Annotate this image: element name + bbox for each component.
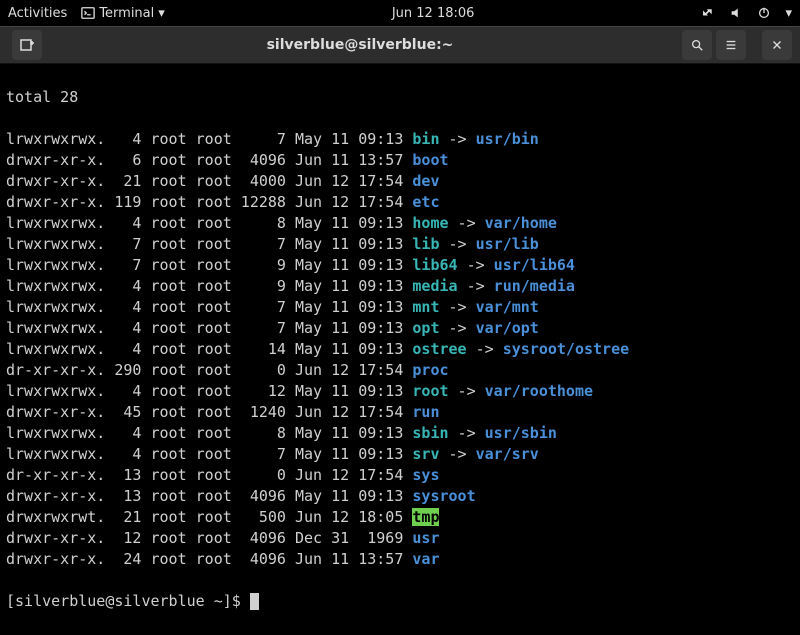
- cursor: [250, 593, 259, 610]
- activities-button[interactable]: Activities: [8, 6, 67, 21]
- power-icon[interactable]: [757, 6, 771, 20]
- search-button[interactable]: [682, 30, 712, 60]
- listing-row: drwxr-xr-x. 24 root root 4096 Jun 11 13:…: [6, 549, 794, 570]
- listing-row: lrwxrwxrwx. 4 root root 9 May 11 09:13 m…: [6, 276, 794, 297]
- symlink-arrow: ->: [439, 445, 475, 463]
- appmenu-terminal[interactable]: Terminal ▾: [81, 6, 164, 21]
- appmenu-label: Terminal: [99, 6, 154, 21]
- symlink-arrow: ->: [439, 298, 475, 316]
- file-name: var: [412, 550, 439, 568]
- file-name: bin: [412, 130, 439, 148]
- file-name: proc: [412, 361, 448, 379]
- symlink-arrow: ->: [449, 424, 485, 442]
- file-name: sbin: [412, 424, 448, 442]
- symlink-arrow: ->: [449, 382, 485, 400]
- file-name: tmp: [412, 508, 439, 526]
- symlink-target: usr/bin: [476, 130, 539, 148]
- terminal-titlebar: silverblue@silverblue:~: [0, 26, 800, 64]
- terminal-output[interactable]: total 28 lrwxrwxrwx. 4 root root 7 May 1…: [0, 64, 800, 635]
- file-name: mnt: [412, 298, 439, 316]
- listing-row: lrwxrwxrwx. 7 root root 9 May 11 09:13 l…: [6, 255, 794, 276]
- listing-row: lrwxrwxrwx. 7 root root 7 May 11 09:13 l…: [6, 234, 794, 255]
- file-name: ostree: [412, 340, 466, 358]
- symlink-arrow: ->: [439, 235, 475, 253]
- listing-row: drwxr-xr-x. 12 root root 4096 Dec 31 196…: [6, 528, 794, 549]
- listing-row: lrwxrwxrwx. 4 root root 8 May 11 09:13 s…: [6, 423, 794, 444]
- file-name: etc: [412, 193, 439, 211]
- file-name: srv: [412, 445, 439, 463]
- listing-row: lrwxrwxrwx. 4 root root 12 May 11 09:13 …: [6, 381, 794, 402]
- search-icon: [690, 38, 704, 52]
- menu-button[interactable]: [716, 30, 746, 60]
- file-name: boot: [412, 151, 448, 169]
- file-name: dev: [412, 172, 439, 190]
- volume-icon[interactable]: [729, 6, 743, 20]
- symlink-arrow: ->: [458, 256, 494, 274]
- prompt-line: [silverblue@silverblue ~]$: [6, 591, 794, 612]
- symlink-arrow: ->: [439, 130, 475, 148]
- symlink-target: usr/lib64: [494, 256, 575, 274]
- window-title: silverblue@silverblue:~: [42, 37, 678, 53]
- file-name: sysroot: [412, 487, 475, 505]
- listing-row: drwxr-xr-x. 21 root root 4000 Jun 12 17:…: [6, 171, 794, 192]
- file-name: run: [412, 403, 439, 421]
- symlink-arrow: ->: [458, 277, 494, 295]
- file-name: opt: [412, 319, 439, 337]
- symlink-target: var/opt: [476, 319, 539, 337]
- symlink-target: var/roothome: [485, 382, 593, 400]
- symlink-arrow: ->: [449, 214, 485, 232]
- listing-row: lrwxrwxrwx. 4 root root 7 May 11 09:13 o…: [6, 318, 794, 339]
- chevron-down-icon: ▾: [158, 6, 165, 21]
- symlink-target: var/home: [485, 214, 557, 232]
- symlink-target: usr/lib: [476, 235, 539, 253]
- network-icon[interactable]: [701, 6, 715, 20]
- file-name: lib: [412, 235, 439, 253]
- symlink-arrow: ->: [467, 340, 503, 358]
- listing-row: drwxr-xr-x. 13 root root 4096 May 11 09:…: [6, 486, 794, 507]
- hamburger-icon: [724, 38, 738, 52]
- shell-prompt: [silverblue@silverblue ~]$: [6, 592, 250, 610]
- close-icon: [770, 38, 784, 52]
- file-name: root: [412, 382, 448, 400]
- terminal-icon: [81, 6, 95, 20]
- listing-row: drwxr-xr-x. 45 root root 1240 Jun 12 17:…: [6, 402, 794, 423]
- file-name: media: [412, 277, 457, 295]
- file-name: home: [412, 214, 448, 232]
- symlink-target: var/srv: [476, 445, 539, 463]
- symlink-target: var/mnt: [476, 298, 539, 316]
- listing-row: drwxr-xr-x. 6 root root 4096 Jun 11 13:5…: [6, 150, 794, 171]
- chevron-down-icon[interactable]: ▾: [785, 6, 792, 21]
- file-name: lib64: [412, 256, 457, 274]
- listing-row: lrwxrwxrwx. 4 root root 7 May 11 09:13 s…: [6, 444, 794, 465]
- close-button[interactable]: [762, 30, 792, 60]
- symlink-arrow: ->: [439, 319, 475, 337]
- listing-row: drwxr-xr-x. 119 root root 12288 Jun 12 1…: [6, 192, 794, 213]
- file-name: usr: [412, 529, 439, 547]
- listing-row: dr-xr-xr-x. 290 root root 0 Jun 12 17:54…: [6, 360, 794, 381]
- listing-row: drwxrwxrwt. 21 root root 500 Jun 12 18:0…: [6, 507, 794, 528]
- listing-row: dr-xr-xr-x. 13 root root 0 Jun 12 17:54 …: [6, 465, 794, 486]
- listing-row: lrwxrwxrwx. 4 root root 14 May 11 09:13 …: [6, 339, 794, 360]
- symlink-target: sysroot/ostree: [503, 340, 629, 358]
- listing-row: lrwxrwxrwx. 4 root root 7 May 11 09:13 b…: [6, 129, 794, 150]
- total-line: total 28: [6, 87, 794, 108]
- symlink-target: run/media: [494, 277, 575, 295]
- file-name: sys: [412, 466, 439, 484]
- listing-row: lrwxrwxrwx. 4 root root 7 May 11 09:13 m…: [6, 297, 794, 318]
- listing-row: lrwxrwxrwx. 4 root root 8 May 11 09:13 h…: [6, 213, 794, 234]
- clock[interactable]: Jun 12 18:06: [392, 6, 475, 21]
- symlink-target: usr/sbin: [485, 424, 557, 442]
- gnome-topbar: Activities Terminal ▾ Jun 12 18:06 ▾: [0, 0, 800, 26]
- new-tab-button[interactable]: [12, 30, 42, 60]
